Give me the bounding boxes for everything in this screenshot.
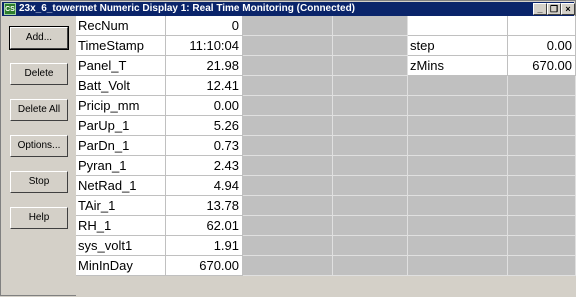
empty-cell[interactable] xyxy=(333,96,408,116)
field-value[interactable]: 4.94 xyxy=(166,176,243,196)
empty-cell[interactable] xyxy=(333,16,408,36)
field-label[interactable]: ParUp_1 xyxy=(76,116,166,136)
delete-button[interactable]: Delete xyxy=(10,63,68,85)
empty-cell[interactable] xyxy=(508,76,576,96)
empty-cell[interactable] xyxy=(408,196,508,216)
empty-cell[interactable] xyxy=(333,136,408,156)
empty-cell[interactable] xyxy=(508,216,576,236)
field-label[interactable]: TAir_1 xyxy=(76,196,166,216)
field-value[interactable]: 670.00 xyxy=(508,56,576,76)
title-bar: CS 23x_6_towermet Numeric Display 1: Rea… xyxy=(2,2,575,16)
field-label[interactable]: step xyxy=(408,36,508,56)
empty-cell[interactable] xyxy=(333,116,408,136)
empty-cell[interactable] xyxy=(508,236,576,256)
empty-cell[interactable] xyxy=(508,136,576,156)
empty-cell[interactable] xyxy=(243,256,333,276)
empty-cell[interactable] xyxy=(408,256,508,276)
empty-cell[interactable] xyxy=(243,16,333,36)
empty-cell[interactable] xyxy=(243,236,333,256)
empty-cell[interactable] xyxy=(408,76,508,96)
empty-cell[interactable] xyxy=(508,116,576,136)
empty-cell[interactable] xyxy=(333,216,408,236)
empty-cell[interactable] xyxy=(508,156,576,176)
empty-cell[interactable] xyxy=(243,76,333,96)
field-value[interactable]: 21.98 xyxy=(166,56,243,76)
field-label[interactable]: Panel_T xyxy=(76,56,166,76)
field-value[interactable]: 11:10:04 xyxy=(166,36,243,56)
empty-cell[interactable] xyxy=(333,256,408,276)
empty-cell[interactable] xyxy=(508,96,576,116)
field-label[interactable]: MinInDay xyxy=(76,256,166,276)
field-value[interactable] xyxy=(508,16,576,36)
restore-icon[interactable]: ❐ xyxy=(547,3,561,15)
close-icon[interactable]: × xyxy=(561,3,575,15)
field-label[interactable]: sys_volt1 xyxy=(76,236,166,256)
field-label[interactable]: Pyran_1 xyxy=(76,156,166,176)
field-value[interactable]: 1.91 xyxy=(166,236,243,256)
numeric-display-window: CS 23x_6_towermet Numeric Display 1: Rea… xyxy=(0,0,576,296)
empty-cell[interactable] xyxy=(243,96,333,116)
empty-cell[interactable] xyxy=(333,176,408,196)
add-button[interactable]: Add... xyxy=(9,26,69,50)
empty-cell[interactable] xyxy=(508,256,576,276)
field-value[interactable]: 12.41 xyxy=(166,76,243,96)
field-label[interactable]: zMins xyxy=(408,56,508,76)
app-icon: CS xyxy=(4,3,16,15)
empty-cell[interactable] xyxy=(408,156,508,176)
field-value[interactable]: 5.26 xyxy=(166,116,243,136)
window-title: 23x_6_towermet Numeric Display 1: Real T… xyxy=(19,3,356,14)
field-value[interactable]: 0.00 xyxy=(508,36,576,56)
field-value[interactable]: 13.78 xyxy=(166,196,243,216)
field-label[interactable]: NetRad_1 xyxy=(76,176,166,196)
empty-cell[interactable] xyxy=(243,156,333,176)
field-value[interactable]: 62.01 xyxy=(166,216,243,236)
empty-cell[interactable] xyxy=(333,36,408,56)
empty-cell[interactable] xyxy=(408,116,508,136)
empty-cell[interactable] xyxy=(408,136,508,156)
empty-cell[interactable] xyxy=(243,196,333,216)
stop-button[interactable]: Stop xyxy=(10,171,68,193)
field-value[interactable]: 670.00 xyxy=(166,256,243,276)
options-button[interactable]: Options... xyxy=(10,135,68,157)
field-label[interactable]: RH_1 xyxy=(76,216,166,236)
empty-cell[interactable] xyxy=(408,236,508,256)
field-label[interactable]: Pricip_mm xyxy=(76,96,166,116)
field-label[interactable]: ParDn_1 xyxy=(76,136,166,156)
minimize-icon[interactable]: _ xyxy=(533,3,547,15)
data-grid: RecNum 0 TimeStamp 11:10:04 step 0.00 Panel_T 2… xyxy=(76,16,576,296)
button-panel: Add... Delete Delete All Options... Stop… xyxy=(1,17,76,297)
empty-cell[interactable] xyxy=(408,176,508,196)
empty-cell[interactable] xyxy=(243,136,333,156)
field-label[interactable] xyxy=(408,16,508,36)
empty-cell[interactable] xyxy=(333,76,408,96)
field-value[interactable]: 0.73 xyxy=(166,136,243,156)
empty-cell[interactable] xyxy=(243,56,333,76)
field-label[interactable]: RecNum xyxy=(76,16,166,36)
empty-cell[interactable] xyxy=(408,96,508,116)
delete-all-button[interactable]: Delete All xyxy=(10,99,68,121)
help-button[interactable]: Help xyxy=(10,207,68,229)
empty-cell[interactable] xyxy=(243,36,333,56)
empty-cell[interactable] xyxy=(333,156,408,176)
empty-cell[interactable] xyxy=(508,196,576,216)
empty-cell[interactable] xyxy=(243,216,333,236)
empty-cell[interactable] xyxy=(508,176,576,196)
field-label[interactable]: TimeStamp xyxy=(76,36,166,56)
empty-cell[interactable] xyxy=(408,216,508,236)
field-value[interactable]: 0 xyxy=(166,16,243,36)
field-label[interactable]: Batt_Volt xyxy=(76,76,166,96)
empty-cell[interactable] xyxy=(333,236,408,256)
field-value[interactable]: 0.00 xyxy=(166,96,243,116)
empty-cell[interactable] xyxy=(333,56,408,76)
empty-cell[interactable] xyxy=(243,116,333,136)
empty-cell[interactable] xyxy=(243,176,333,196)
empty-cell[interactable] xyxy=(333,196,408,216)
field-value[interactable]: 2.43 xyxy=(166,156,243,176)
